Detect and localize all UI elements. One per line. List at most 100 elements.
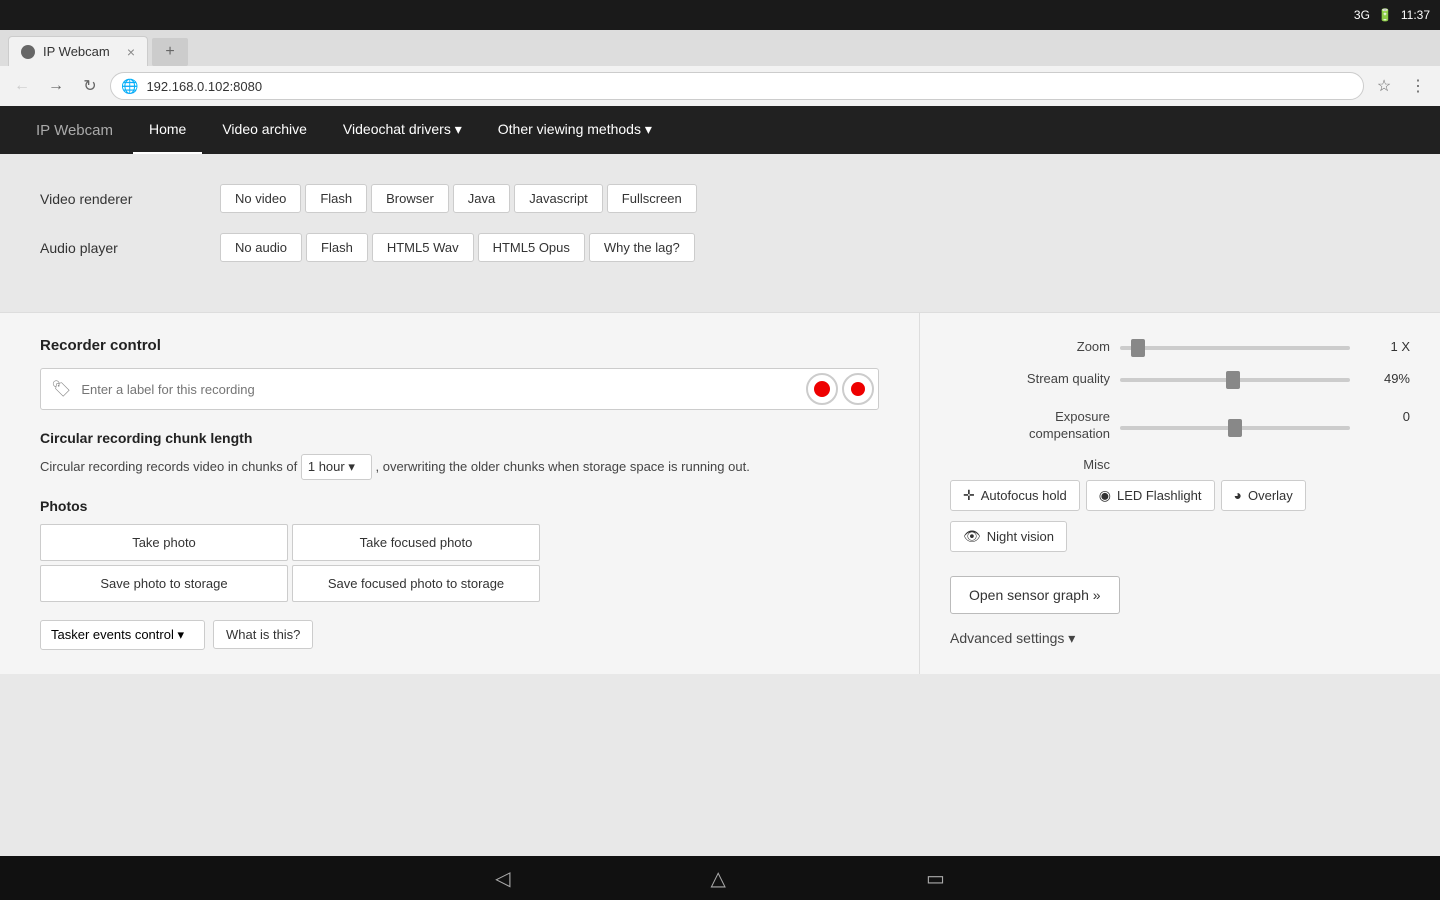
misc-buttons: ✛ Autofocus hold ◉ LED Flashlight ◕ Over… (950, 480, 1410, 552)
tab-favicon (21, 45, 35, 59)
misc-label: Misc (950, 457, 1110, 472)
record-button-1[interactable] (806, 373, 838, 405)
chunk-size-select[interactable]: 1 hour ▾ (301, 454, 372, 480)
recording-label-input[interactable] (81, 382, 802, 397)
overlay-label: Overlay (1248, 488, 1293, 503)
advanced-settings-button[interactable]: Advanced settings ▾ (950, 630, 1410, 647)
recorder-input-row: 🏷 (40, 368, 879, 410)
tasker-dropdown[interactable]: Tasker events control ▾ (40, 620, 205, 650)
audio-btn-html5-wav[interactable]: HTML5 Wav (372, 233, 474, 262)
photos-grid: Take photo Take focused photo Save photo… (40, 524, 540, 602)
android-recents-button[interactable]: ▭ (926, 866, 945, 891)
record-dot-2 (851, 382, 865, 396)
take-photo-button[interactable]: Take photo (40, 524, 288, 561)
video-btn-java[interactable]: Java (453, 184, 510, 213)
record-dot-1 (814, 381, 830, 397)
nav-item-videochat-drivers[interactable]: Videochat drivers ▾ (327, 106, 478, 154)
led-flashlight-icon: ◉ (1099, 487, 1111, 504)
night-vision-label: Night vision (987, 529, 1054, 544)
audio-player-buttons: No audio Flash HTML5 Wav HTML5 Opus Why … (220, 233, 695, 262)
video-btn-no-video[interactable]: No video (220, 184, 301, 213)
record-button-2[interactable] (842, 373, 874, 405)
audio-player-label: Audio player (40, 240, 220, 256)
circular-text-before: Circular recording records video in chun… (40, 459, 297, 474)
stream-quality-slider[interactable] (1120, 378, 1350, 382)
exposure-slider-row: Exposurecompensation 0 (950, 401, 1410, 443)
android-back-button[interactable]: ◁ (495, 866, 510, 891)
photos-title: Photos (40, 498, 879, 514)
status-bar: 3G 🔋 11:37 (0, 0, 1440, 30)
tab-close-button[interactable]: × (127, 44, 135, 60)
nav-item-other-viewing[interactable]: Other viewing methods ▾ (482, 106, 668, 154)
recorder-control-title: Recorder control (40, 337, 879, 354)
open-sensor-graph-button[interactable]: Open sensor graph » (950, 576, 1120, 614)
led-flashlight-button[interactable]: ◉ LED Flashlight (1086, 480, 1215, 511)
video-btn-flash[interactable]: Flash (305, 184, 367, 213)
nav-item-home-label: Home (149, 121, 186, 137)
audio-btn-html5-opus[interactable]: HTML5 Opus (478, 233, 585, 262)
video-btn-browser[interactable]: Browser (371, 184, 449, 213)
android-home-button[interactable]: △ (711, 866, 726, 891)
video-renderer-label: Video renderer (40, 191, 220, 207)
globe-icon: 🌐 (121, 78, 138, 95)
zoom-slider[interactable] (1120, 346, 1350, 350)
overlay-icon: ◕ (1234, 487, 1242, 503)
exposure-label: Exposurecompensation (950, 409, 1110, 443)
browser-tab[interactable]: IP Webcam × (8, 36, 148, 66)
url-text: 192.168.0.102:8080 (146, 79, 262, 94)
audio-btn-why-lag[interactable]: Why the lag? (589, 233, 695, 262)
nav-item-home[interactable]: Home (133, 106, 202, 154)
audio-btn-no-audio[interactable]: No audio (220, 233, 302, 262)
exposure-value: 0 (1360, 409, 1410, 424)
video-btn-javascript[interactable]: Javascript (514, 184, 603, 213)
nav-brand: IP Webcam (20, 106, 129, 154)
address-bar: ← → ↻ 🌐 192.168.0.102:8080 ☆ ⋮ (0, 66, 1440, 106)
what-is-this-button[interactable]: What is this? (213, 620, 313, 649)
circular-text-after: , overwriting the older chunks when stor… (375, 459, 749, 474)
autofocus-hold-label: Autofocus hold (981, 488, 1067, 503)
right-column: Zoom 1 X Stream quality 49% Exposurecomp… (920, 313, 1440, 674)
audio-btn-flash[interactable]: Flash (306, 233, 368, 262)
forward-button[interactable]: → (42, 72, 70, 100)
url-bar[interactable]: 🌐 192.168.0.102:8080 (110, 72, 1364, 100)
night-vision-button[interactable]: 👁 Night vision (950, 521, 1067, 552)
nav-item-video-archive[interactable]: Video archive (206, 106, 323, 154)
zoom-value: 1 X (1360, 339, 1410, 354)
circular-recording-title: Circular recording chunk length (40, 430, 879, 446)
save-focused-photo-to-storage-button[interactable]: Save focused photo to storage (292, 565, 540, 602)
stream-quality-label: Stream quality (950, 371, 1110, 386)
back-button[interactable]: ← (8, 72, 36, 100)
save-photo-to-storage-button[interactable]: Save photo to storage (40, 565, 288, 602)
video-renderer-row: Video renderer No video Flash Browser Ja… (40, 184, 1400, 213)
night-vision-icon: 👁 (963, 528, 981, 545)
bookmark-button[interactable]: ☆ (1370, 72, 1398, 100)
misc-row: Misc ✛ Autofocus hold ◉ LED Flashlight ◕… (950, 457, 1410, 552)
nav-item-videochat-drivers-label: Videochat drivers ▾ (343, 121, 462, 138)
circular-recording-text: Circular recording records video in chun… (40, 454, 879, 480)
time-display: 11:37 (1401, 8, 1430, 22)
video-btn-fullscreen[interactable]: Fullscreen (607, 184, 697, 213)
stream-quality-value: 49% (1360, 371, 1410, 386)
tasker-row: Tasker events control ▾ What is this? (40, 620, 879, 650)
tag-icon: 🏷 (45, 379, 77, 399)
nav-bar: IP Webcam Home Video archive Videochat d… (0, 106, 1440, 154)
tab-bar: IP Webcam × + (0, 30, 1440, 66)
stream-quality-slider-row: Stream quality 49% (950, 369, 1410, 387)
autofocus-hold-button[interactable]: ✛ Autofocus hold (950, 480, 1080, 511)
tasker-label: Tasker events control (51, 627, 174, 642)
take-focused-photo-button[interactable]: Take focused photo (292, 524, 540, 561)
signal-indicator: 3G (1354, 8, 1370, 22)
new-tab-button[interactable]: + (152, 38, 188, 66)
led-flashlight-label: LED Flashlight (1117, 488, 1202, 503)
nav-item-video-archive-label: Video archive (222, 121, 307, 137)
android-nav-bar: ◁ △ ▭ (0, 856, 1440, 900)
overlay-button[interactable]: ◕ Overlay (1221, 480, 1306, 511)
menu-button[interactable]: ⋮ (1404, 72, 1432, 100)
left-column: Recorder control 🏷 Circular recording ch… (0, 313, 920, 674)
advanced-settings-label: Advanced settings ▾ (950, 630, 1075, 647)
bottom-section: Recorder control 🏷 Circular recording ch… (0, 312, 1440, 674)
reload-button[interactable]: ↻ (76, 72, 104, 100)
page-content: Video renderer No video Flash Browser Ja… (0, 154, 1440, 856)
exposure-slider[interactable] (1120, 426, 1350, 430)
nav-item-other-viewing-label: Other viewing methods ▾ (498, 121, 652, 138)
